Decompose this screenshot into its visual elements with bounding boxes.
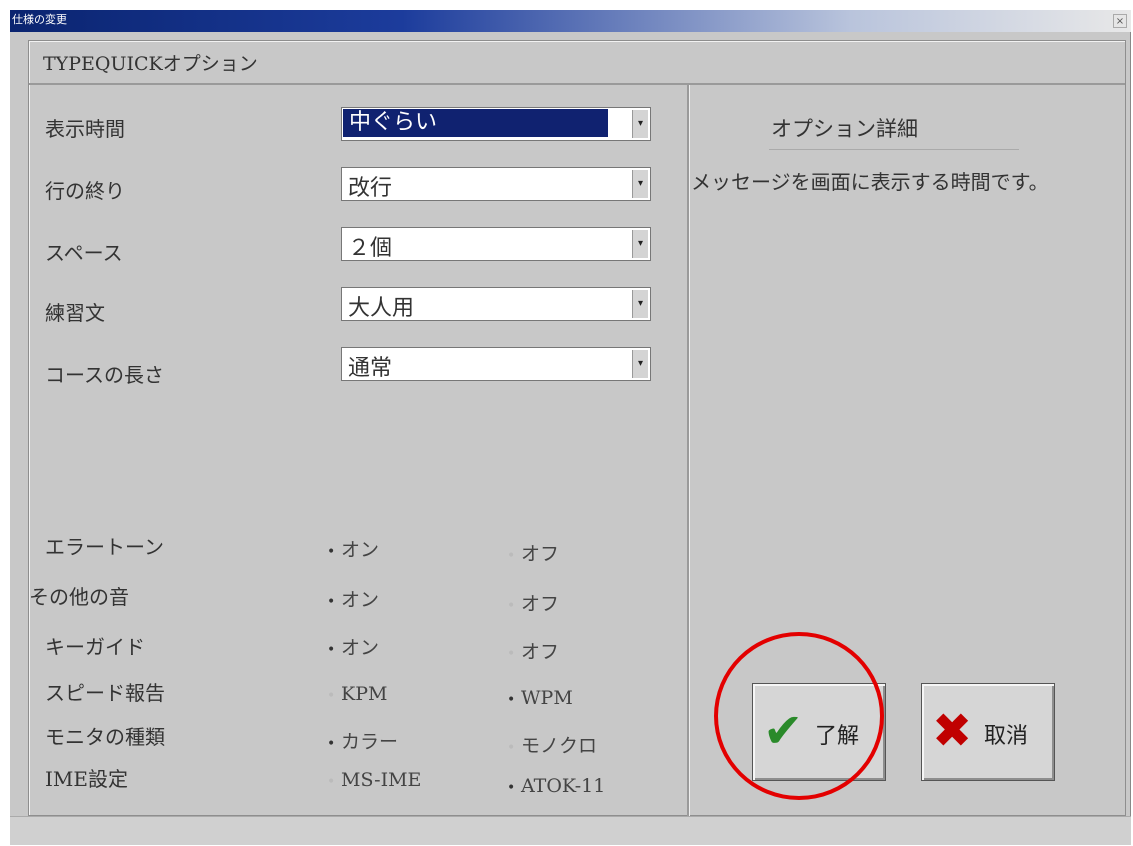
key-guide-on-radio[interactable]: • オン	[327, 633, 379, 660]
radio-label: オフ	[521, 543, 560, 565]
detail-underline	[769, 149, 1019, 150]
toggle-label-speed-report: スピード報告	[45, 681, 165, 705]
radio-label: オフ	[521, 593, 560, 615]
display-time-value: 中ぐらい	[343, 109, 608, 137]
practice-text-select[interactable]: 大人用 ▾	[341, 287, 651, 321]
toggle-label-key-guide: キーガイド	[45, 635, 145, 659]
window-title: 仕様の変更	[12, 13, 67, 26]
setting-label-space: スペース	[45, 241, 123, 265]
other-sounds-on-radio[interactable]: • オン	[327, 585, 379, 612]
monitor-mono-radio[interactable]: • モノクロ	[507, 731, 597, 758]
title-bar[interactable]: 仕様の変更 ×	[10, 10, 1131, 32]
group-header: TYPEQUICKオプション	[29, 41, 1125, 85]
cancel-button-label: 取消	[984, 724, 1029, 749]
detail-title: オプション詳細	[771, 117, 918, 141]
toggle-label-ime: IME設定	[45, 767, 128, 791]
radio-unchecked-icon: •	[507, 646, 516, 662]
course-length-select[interactable]: 通常 ▾	[341, 347, 651, 381]
options-group: TYPEQUICKオプション 表示時間 中ぐらい ▾ 行の終り 改行 ▾ スペー…	[28, 40, 1126, 817]
radio-label: オン	[341, 539, 380, 561]
course-length-value: 通常	[348, 356, 393, 381]
radio-checked-icon: •	[507, 692, 516, 708]
toggle-label-monitor-type: モニタの種類	[45, 725, 165, 749]
close-icon[interactable]: ×	[1113, 14, 1127, 28]
radio-unchecked-icon: •	[327, 774, 336, 790]
radio-label: モノクロ	[521, 735, 598, 757]
radio-label: ATOK-11	[521, 775, 606, 797]
radio-label: オフ	[521, 641, 560, 663]
speed-report-wpm-radio[interactable]: • WPM	[507, 687, 573, 709]
chevron-down-icon[interactable]: ▾	[632, 350, 648, 378]
line-end-value: 改行	[348, 176, 393, 201]
radio-unchecked-icon: •	[507, 548, 516, 564]
options-dialog: 仕様の変更 × TYPEQUICKオプション 表示時間 中ぐらい ▾ 行の終り …	[10, 10, 1131, 845]
other-sounds-off-radio[interactable]: • オフ	[507, 589, 559, 616]
line-end-select[interactable]: 改行 ▾	[341, 167, 651, 201]
radio-checked-icon: •	[327, 594, 336, 610]
speed-report-kpm-radio[interactable]: • KPM	[327, 683, 387, 705]
setting-label-practice-text: 練習文	[45, 301, 105, 325]
radio-unchecked-icon: •	[327, 688, 336, 704]
ime-atok-radio[interactable]: • ATOK-11	[507, 775, 605, 797]
toggle-label-error-tone: エラートーン	[45, 535, 164, 559]
status-bar	[10, 816, 1131, 845]
chevron-down-icon[interactable]: ▾	[632, 170, 648, 198]
display-time-select[interactable]: 中ぐらい ▾	[341, 107, 651, 141]
radio-label: オン	[341, 589, 380, 611]
radio-label: KPM	[341, 683, 388, 705]
vertical-divider	[687, 85, 689, 817]
radio-label: カラー	[341, 731, 399, 753]
detail-text: メッセージを画面に表示する時間です。	[691, 170, 1049, 194]
chevron-down-icon[interactable]: ▾	[632, 290, 648, 318]
radio-checked-icon: •	[327, 544, 336, 560]
radio-unchecked-icon: •	[507, 740, 516, 756]
radio-checked-icon: •	[327, 642, 336, 658]
group-title: TYPEQUICKオプション	[43, 53, 258, 75]
radio-label: WPM	[521, 687, 573, 709]
radio-checked-icon: •	[327, 736, 336, 752]
error-tone-off-radio[interactable]: • オフ	[507, 539, 559, 566]
chevron-down-icon[interactable]: ▾	[632, 110, 648, 138]
practice-text-value: 大人用	[348, 296, 415, 321]
setting-label-line-end: 行の終り	[45, 179, 125, 203]
monitor-color-radio[interactable]: • カラー	[327, 727, 398, 754]
ime-ms-radio[interactable]: • MS-IME	[327, 769, 421, 791]
x-mark-icon: ✖	[932, 703, 973, 759]
chevron-down-icon[interactable]: ▾	[632, 230, 648, 258]
radio-checked-icon: •	[507, 780, 516, 796]
highlight-circle	[714, 632, 884, 800]
radio-label: MS-IME	[341, 769, 422, 791]
cancel-button[interactable]: ✖ 取消	[921, 683, 1055, 781]
radio-unchecked-icon: •	[507, 598, 516, 614]
radio-label: オン	[341, 637, 380, 659]
error-tone-on-radio[interactable]: • オン	[327, 535, 379, 562]
key-guide-off-radio[interactable]: • オフ	[507, 637, 559, 664]
space-select[interactable]: ２個 ▾	[341, 227, 651, 261]
setting-label-display-time: 表示時間	[45, 117, 125, 141]
space-value: ２個	[348, 236, 393, 261]
setting-label-course-length: コースの長さ	[45, 363, 164, 387]
toggle-label-other-sounds: その他の音	[29, 585, 129, 609]
